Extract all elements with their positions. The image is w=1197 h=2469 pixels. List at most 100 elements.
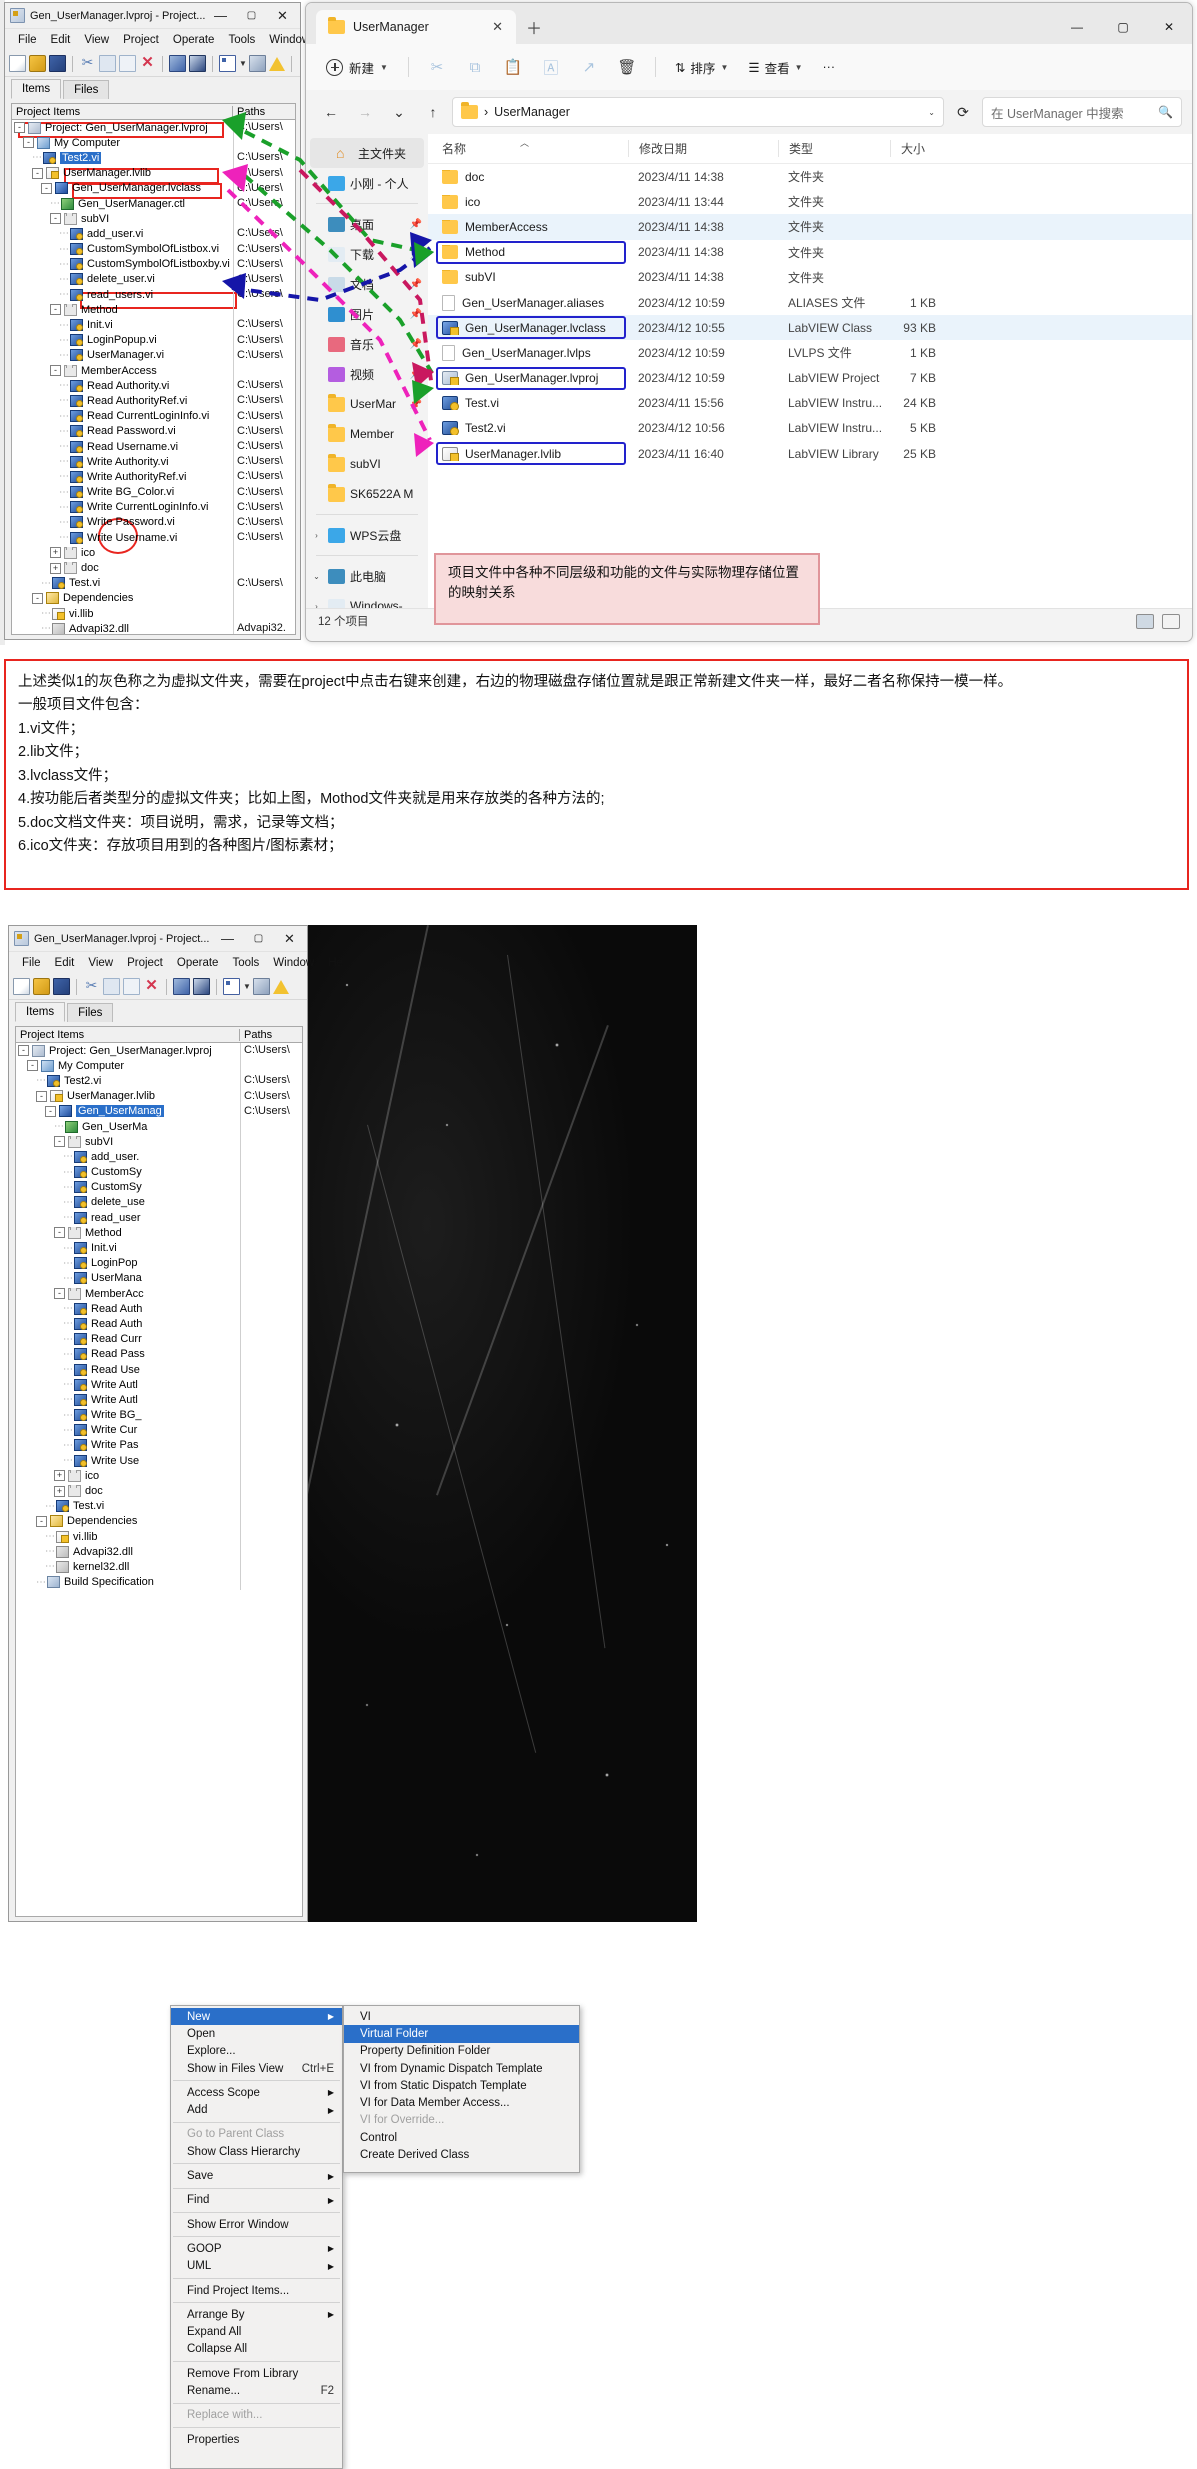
pin-icon[interactable]: 📌	[410, 399, 428, 410]
tree-row[interactable]: ⋯ Write Pas	[16, 1437, 302, 1454]
collapse-icon[interactable]: -	[36, 1090, 47, 1102]
explorer-navigation-pane[interactable]: ⌂ 主文件夹 › 小刚 - 个人 桌面 📌 下载 📌 文档 📌 图片 📌 音乐 📌 视频 📌 UserMar 📌 M…	[306, 134, 428, 608]
menu-item-tools[interactable]: Tools	[221, 32, 262, 48]
table-row[interactable]: Gen_UserManager.aliases 2023/4/12 10:59 AL…	[428, 290, 1192, 315]
tree-row[interactable]: - Project: Gen_UserManager.lvproj C:\Users…	[16, 1043, 302, 1059]
tree-row[interactable]: ⋯ Write BG_	[16, 1407, 302, 1423]
tree-row[interactable]: ⋯ Read Auth	[16, 1301, 302, 1317]
menu-item-arrange-by[interactable]: Arrange By ▶	[171, 2306, 342, 2323]
menu-item-collapse-all[interactable]: Collapse All	[171, 2341, 342, 2358]
menu-item-operate[interactable]: Operate	[170, 955, 226, 971]
save-project-icon[interactable]	[193, 978, 210, 995]
table-row[interactable]: ico 2023/4/11 13:44 文件夹	[428, 189, 1192, 214]
tree-row[interactable]: ⋯ Read Username.vi C:\Users\	[12, 438, 295, 455]
expand-icon[interactable]: +	[54, 1485, 65, 1497]
chevron-right-icon[interactable]: ›	[310, 531, 323, 540]
tools-icon[interactable]	[249, 55, 266, 72]
context-menu[interactable]: New ▶ Open Explore... Show in Files View Ctrl…	[170, 2005, 343, 2469]
tree-row[interactable]: - subVI	[16, 1134, 302, 1150]
tree-row[interactable]: ⋯ CustomSymbolOfListbox.vi C:\Users\	[12, 241, 295, 257]
menu-item-add[interactable]: Add ▶	[171, 2101, 342, 2118]
menu-item-project[interactable]: Project	[116, 32, 166, 48]
new-tab-icon[interactable]: ＋	[516, 10, 552, 44]
nav-item-8[interactable]: UserMar 📌	[306, 389, 428, 419]
tree-row[interactable]: ⋯ delete_user.vi C:\Users\	[12, 271, 295, 288]
menu-item-view[interactable]: View	[81, 955, 120, 971]
chevron-right-icon[interactable]: ⌄	[310, 572, 323, 581]
menu-item-property-definition-folder[interactable]: Property Definition Folder	[344, 2043, 579, 2060]
tree-row[interactable]: - Gen_UserManag C:\Users\	[16, 1103, 302, 1119]
tree-row[interactable]: - Method	[12, 302, 295, 318]
tree-row[interactable]: ⋯ Test2.vi C:\Users\	[12, 150, 295, 166]
menu-item-goop[interactable]: GOOP ▶	[171, 2240, 342, 2257]
tree-row[interactable]: ⋯ Write Password.vi C:\Users\	[12, 514, 295, 531]
menu-item-tools[interactable]: Tools	[225, 955, 266, 971]
copy-icon[interactable]	[103, 978, 120, 995]
new-file-icon[interactable]	[9, 55, 26, 72]
column-header-type[interactable]: 类型	[778, 140, 890, 157]
pin-icon[interactable]: 📌	[410, 279, 428, 290]
menu-item-edit[interactable]: Edit	[44, 32, 78, 48]
menu-item-properties[interactable]: Properties	[171, 2431, 342, 2448]
minimize-icon[interactable]: —	[1054, 10, 1100, 44]
pin-icon[interactable]: 📌	[410, 309, 428, 320]
table-row[interactable]: UserManager.lvlib 2023/4/11 16:40 LabVIEW …	[428, 441, 1192, 466]
table-row[interactable]: Test.vi 2023/4/11 15:56 LabVIEW Instru... 2…	[428, 391, 1192, 416]
paste-icon[interactable]	[123, 978, 140, 995]
tab-files[interactable]: Files	[67, 1003, 114, 1022]
tree-row[interactable]: ⋯ Test.vi	[16, 1498, 302, 1514]
paste-icon[interactable]	[119, 55, 136, 72]
tree-row[interactable]: ⋯ Write Autl	[16, 1377, 302, 1393]
open-file-icon[interactable]	[33, 978, 50, 995]
menu-item-rename[interactable]: Rename... F2	[171, 2382, 342, 2399]
menu-item-explore[interactable]: Explore...	[171, 2043, 342, 2060]
tree-row[interactable]: ⋯ Test.vi C:\Users\	[12, 575, 295, 591]
collapse-icon[interactable]: -	[14, 122, 25, 134]
copy-icon[interactable]: ⧉	[457, 51, 493, 83]
refresh-icon[interactable]: ⟳	[948, 97, 978, 127]
tree-row[interactable]: ⋯ Gen_UserManager.ctl C:\Users\	[12, 195, 295, 212]
collapse-icon[interactable]: -	[50, 213, 61, 225]
minimize-icon[interactable]: —	[205, 3, 236, 28]
copy-icon[interactable]	[99, 55, 116, 72]
chevron-down-icon[interactable]: ⌄	[928, 108, 935, 117]
collapse-icon[interactable]: -	[54, 1136, 65, 1148]
forward-icon[interactable]: →	[350, 97, 380, 127]
tree-row[interactable]: ⋯ Test2.vi C:\Users\	[16, 1073, 302, 1089]
close-icon[interactable]: ✕	[274, 926, 305, 951]
view-button[interactable]: ☰ 查看 ▼	[739, 52, 811, 83]
sort-button[interactable]: ⇅ 排序 ▼	[666, 52, 737, 83]
menu-item-vi-from-static-dispatch-template[interactable]: VI from Static Dispatch Template	[344, 2077, 579, 2094]
tree-row[interactable]: ⋯ kernel32.dll	[16, 1559, 302, 1575]
tree-row[interactable]: ⋯ Read Auth	[16, 1316, 302, 1332]
nav-item-14[interactable]: › Windows-	[306, 591, 428, 608]
table-row[interactable]: Test2.vi 2023/4/12 10:56 LabVIEW Instru...…	[428, 416, 1192, 441]
tree-row[interactable]: - Project: Gen_UserManager.lvproj C:\Users…	[12, 120, 295, 136]
tree-row[interactable]: ⋯ Read Use	[16, 1361, 302, 1378]
expand-icon[interactable]: +	[50, 562, 61, 574]
menu-item-remove-from-library[interactable]: Remove From Library	[171, 2365, 342, 2382]
tree-row[interactable]: - MemberAccess	[12, 363, 295, 379]
nav-item-10[interactable]: subVI	[306, 449, 428, 479]
tree-row[interactable]: - MemberAcc	[16, 1286, 302, 1302]
menu-item-vi[interactable]: VI	[344, 2008, 579, 2025]
nav-item-13[interactable]: ⌄ 此电脑	[306, 561, 428, 591]
tab-items[interactable]: Items	[11, 79, 62, 99]
table-row[interactable]: MemberAccess 2023/4/11 14:38 文件夹	[428, 214, 1192, 240]
warning-icon[interactable]	[273, 979, 289, 994]
table-row[interactable]: Gen_UserManager.lvlps 2023/4/12 10:59 LVLP…	[428, 340, 1192, 365]
nav-item-2[interactable]: 桌面 📌	[306, 209, 428, 239]
tree-row[interactable]: - Dependencies	[12, 590, 295, 606]
menu-item-window[interactable]: Window	[266, 955, 321, 971]
collapse-icon[interactable]: -	[32, 167, 43, 179]
menu-item-vi-for-data-member-access[interactable]: VI for Data Member Access...	[344, 2094, 579, 2111]
pin-icon[interactable]: 📌	[410, 249, 428, 260]
save-all-icon[interactable]	[53, 978, 70, 995]
tree-row[interactable]: ⋯ add_user.vi C:\Users\	[12, 226, 295, 242]
save-project-icon[interactable]	[189, 55, 206, 72]
menu-item-uml[interactable]: UML ▶	[171, 2258, 342, 2275]
nav-item-11[interactable]: SK6522A M	[306, 479, 428, 509]
tree-row[interactable]: ⋯ delete_use	[16, 1194, 302, 1211]
nav-item-6[interactable]: 音乐 📌	[306, 329, 428, 359]
tree-row[interactable]: ⋯ Advapi32.dll	[16, 1544, 302, 1560]
